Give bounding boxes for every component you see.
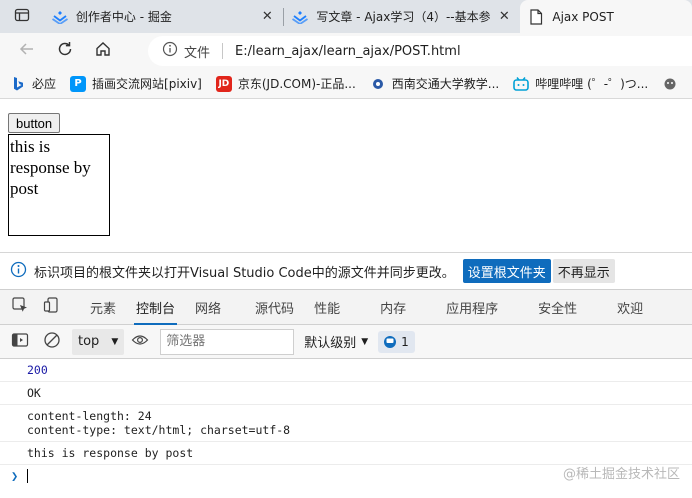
tab-console[interactable]: 控制台 [126, 289, 185, 325]
set-root-folder-button[interactable]: 设置根文件夹 [462, 259, 551, 283]
home-button[interactable] [84, 33, 122, 69]
sidebar-icon [11, 332, 29, 352]
console-output: 200 OK content-length: 24 content-type: … [0, 359, 692, 498]
favorites-bar: 必应 P 插画交流网站[pixiv] JD 京东(JD.COM)-正品... 西… [0, 69, 692, 99]
juejin-logo-icon [292, 9, 309, 25]
context-value: top [78, 334, 100, 349]
favorite-label: 哔哩哔哩 (゜-゜)つ... [535, 77, 649, 91]
favorite-jd[interactable]: JD 京东(JD.COM)-正品... [215, 75, 356, 92]
browser-tab-label: Ajax POST [552, 9, 614, 24]
close-tab-icon[interactable]: ✕ [259, 9, 275, 24]
swjtu-icon [370, 76, 386, 92]
device-toolbar-icon [43, 296, 61, 318]
chevron-right-icon: ❯ [11, 469, 19, 483]
live-expression-button[interactable] [124, 325, 156, 359]
tab-actions-button[interactable] [0, 0, 44, 33]
favorites-overflow[interactable] [662, 76, 684, 92]
tab-actions-icon [14, 7, 30, 27]
dont-show-again-button[interactable]: 不再显示 [552, 259, 615, 283]
context-select[interactable]: top ▼ [72, 328, 125, 355]
address-bar[interactable]: 文件 E:/learn_ajax/learn_ajax/POST.html [148, 36, 692, 66]
console-log-status-text: OK [0, 382, 692, 405]
devtools-tab-bar: 元素 控制台 网络 源代码 性能 内存 应用程序 安全性 欢迎 [0, 289, 692, 325]
url-text[interactable]: E:/learn_ajax/learn_ajax/POST.html [235, 44, 461, 59]
log-level-value: 默认级别 [304, 336, 357, 351]
issues-badge[interactable]: 1 [378, 330, 415, 353]
inspect-element-button[interactable] [4, 289, 36, 325]
issues-count: 1 [401, 334, 409, 349]
page-viewport: button this is response by post [0, 99, 692, 252]
favorite-label: 京东(JD.COM)-正品... [237, 77, 356, 91]
console-log-response: this is response by post [0, 442, 692, 465]
info-icon[interactable] [162, 41, 178, 61]
pixiv-icon: P [70, 75, 87, 92]
home-icon [94, 40, 112, 62]
refresh-icon [56, 40, 74, 62]
tab-sources[interactable]: 源代码 [245, 289, 304, 325]
browser-tab-label: 创作者中心 - 掘金 [75, 10, 172, 24]
tab-application[interactable]: 应用程序 [436, 289, 508, 325]
log-level-select[interactable]: 默认级别 ▼ [304, 332, 368, 351]
info-icon [10, 261, 27, 282]
infobar-message: 标识项目的根文件夹以打开Visual Studio Code中的源文件并同步更改… [34, 265, 455, 281]
tab-welcome[interactable]: 欢迎 [607, 289, 653, 325]
favorite-label: 必应 [32, 77, 57, 91]
tab-performance[interactable]: 性能 [304, 289, 350, 325]
clear-icon [43, 331, 61, 353]
site-info-label[interactable]: 文件 [184, 42, 210, 61]
tab-elements[interactable]: 元素 [80, 289, 126, 325]
console-log-status: 200 [0, 359, 692, 382]
filter-input[interactable] [160, 328, 295, 355]
inspect-icon [11, 296, 29, 318]
response-box: this is response by post [8, 134, 110, 236]
tab-memory[interactable]: 内存 [370, 289, 416, 325]
favorite-label: 西南交通大学教学... [391, 77, 500, 91]
browser-tab-label: 写文章 - Ajax学习（4）--基本参 [316, 10, 491, 24]
text-cursor [27, 469, 29, 483]
console-toolbar: top ▼ 默认级别 ▼ 1 [0, 325, 692, 359]
browser-tab-1[interactable]: 创作者中心 - 掘金 ✕ [44, 0, 283, 33]
favorite-pixiv[interactable]: P 插画交流网站[pixiv] [70, 75, 202, 92]
browser-tab-2[interactable]: 写文章 - Ajax学习（4）--基本参 ✕ [284, 0, 520, 33]
navigation-bar: 文件 E:/learn_ajax/learn_ajax/POST.html [0, 33, 692, 69]
dropdown-caret-icon: ▼ [111, 336, 119, 347]
tab-security[interactable]: 安全性 [528, 289, 587, 325]
juejin-logo-icon [51, 9, 68, 25]
arrow-left-icon [18, 40, 36, 62]
message-icon [384, 335, 397, 348]
favorite-label: 插画交流网站[pixiv] [92, 77, 202, 91]
browser-tab-active[interactable]: Ajax POST [520, 0, 692, 33]
devtools-infobar: 标识项目的根文件夹以打开Visual Studio Code中的源文件并同步更改… [0, 252, 692, 289]
watermark: @稀土掘金技术社区 [562, 467, 680, 482]
favorite-bilibili[interactable]: 哔哩哔哩 (゜-゜)つ... [513, 75, 648, 92]
bing-icon [10, 76, 26, 92]
back-button[interactable] [8, 33, 46, 69]
console-log-headers: content-length: 24 content-type: text/ht… [0, 405, 692, 442]
toggle-sidebar-button[interactable] [4, 325, 36, 359]
close-tab-icon[interactable]: ✕ [496, 9, 512, 24]
overflow-icon [662, 76, 678, 92]
clear-console-button[interactable] [36, 325, 68, 359]
favorite-bing[interactable]: 必应 [10, 75, 56, 92]
favorite-swjtu[interactable]: 西南交通大学教学... [370, 75, 499, 92]
send-post-button[interactable]: button [8, 113, 61, 133]
document-icon [528, 8, 544, 25]
tab-network[interactable]: 网络 [185, 289, 231, 325]
refresh-button[interactable] [46, 33, 84, 69]
dropdown-caret-icon: ▼ [361, 336, 369, 347]
jd-icon: JD [215, 75, 232, 92]
address-divider [222, 43, 224, 59]
tab-strip: 创作者中心 - 掘金 ✕ 写文章 - Ajax学习（4）--基本参 ✕ Ajax… [0, 0, 692, 33]
eye-icon [131, 333, 149, 351]
device-emulation-button[interactable] [36, 289, 68, 325]
bilibili-icon [513, 76, 530, 92]
